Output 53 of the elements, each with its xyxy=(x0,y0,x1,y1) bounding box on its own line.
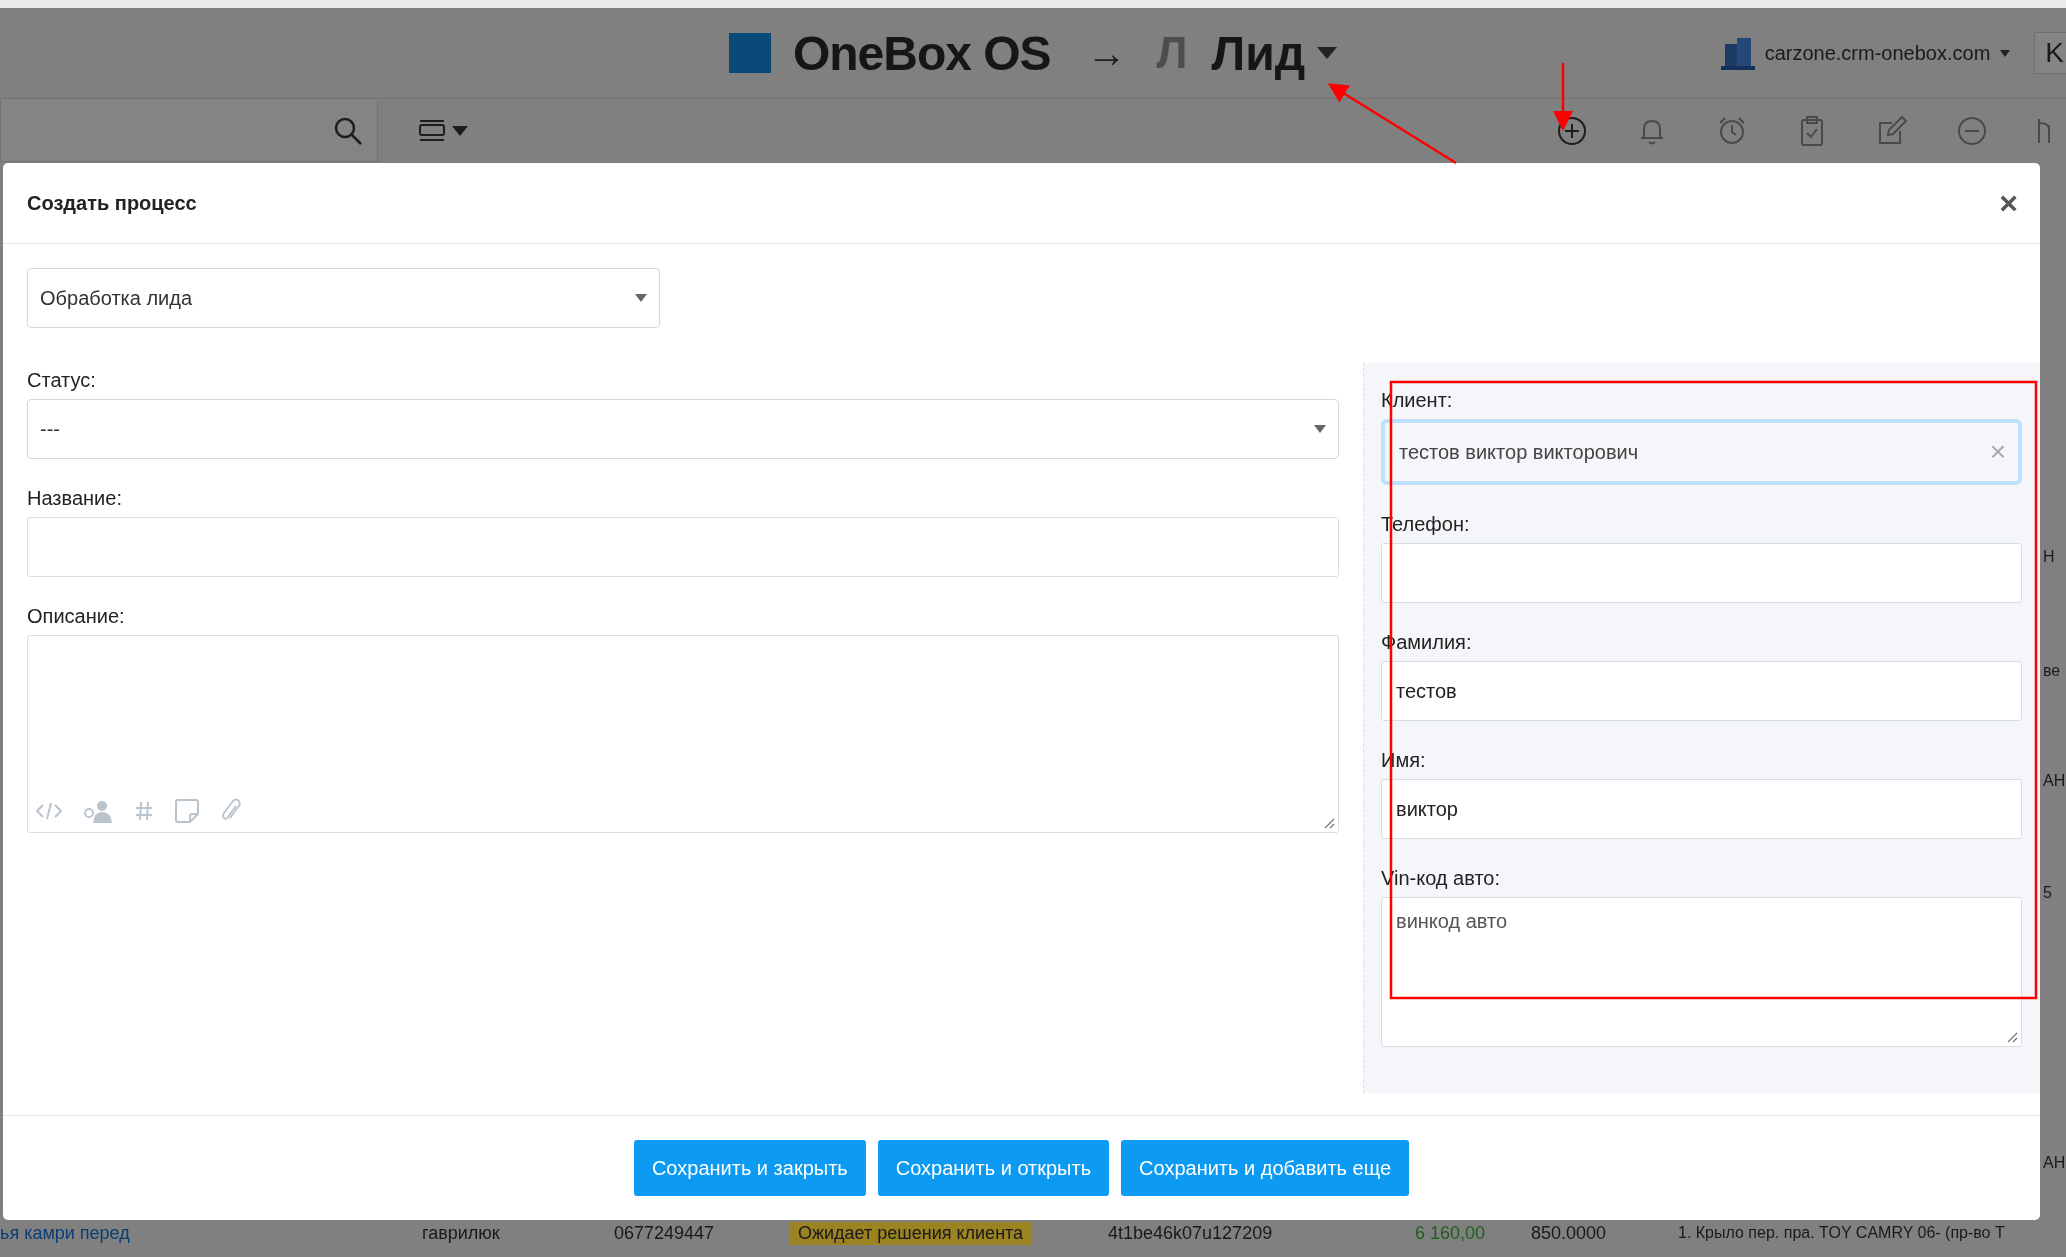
table-cell: ве xyxy=(2043,662,2061,680)
logo-icon[interactable] xyxy=(728,33,771,73)
add-icon[interactable] xyxy=(1556,115,1588,147)
save-button[interactable]: Сохранить и закрыть xyxy=(633,1140,866,1196)
building-icon xyxy=(1720,36,1755,70)
caret-icon xyxy=(1317,47,1338,59)
annotation-arrow xyxy=(1553,63,1573,131)
field-label: Название: xyxy=(27,487,123,510)
table-cell-text: 1. Крыло пер. пра. TOY CAMRY 06- (пр-во Т xyxy=(1678,1224,2006,1242)
process-type-select[interactable]: Обработка лида xyxy=(27,268,660,328)
text-field[interactable]: тестов xyxy=(1381,661,2022,721)
search-field[interactable] xyxy=(0,100,378,162)
resize-handle-icon[interactable] xyxy=(1323,817,1335,829)
table-cell: АН xyxy=(2043,772,2066,790)
field-label: Статус: xyxy=(27,369,97,392)
domain-selector[interactable]: carzone.crm-onebox.com xyxy=(1764,41,1991,65)
table-cell: 5 xyxy=(2043,884,2052,902)
caret-icon xyxy=(2000,49,2011,57)
table-cell: АН xyxy=(2043,1154,2066,1172)
client-value: тестов виктор викторович xyxy=(1399,440,1639,464)
table-cell: Н xyxy=(2043,548,2055,566)
minus-circle-icon[interactable] xyxy=(1956,115,1988,147)
view-toggle-icon[interactable] xyxy=(418,119,446,143)
breadcrumb-arrow: → xyxy=(1086,30,1127,76)
save-button[interactable]: Сохранить и открыть xyxy=(877,1140,1110,1196)
caret-icon xyxy=(452,126,468,136)
mention-person-icon[interactable] xyxy=(82,798,114,824)
save-button[interactable]: Сохранить и добавить еще xyxy=(1121,1140,1410,1196)
status-select[interactable]: --- xyxy=(27,399,1339,459)
table-cell-text: 6 160,00 xyxy=(1415,1222,1487,1244)
edit-icon[interactable] xyxy=(1876,115,1908,147)
text-field[interactable] xyxy=(1381,543,2022,603)
table-cell-text: гаврилюк xyxy=(422,1222,501,1244)
section-title[interactable]: Лид xyxy=(1211,25,1306,81)
status-badge: Ожидает решения клиента xyxy=(790,1221,1032,1245)
client-field[interactable]: тестов виктор викторович × xyxy=(1381,419,2022,485)
app-logo-text[interactable]: OneBox OS xyxy=(792,25,1051,81)
caret-icon xyxy=(635,294,647,302)
user-initial[interactable]: K xyxy=(2034,32,2066,74)
table-link[interactable]: ья камри перед xyxy=(0,1222,422,1244)
dialog-title: Создать процесс xyxy=(27,191,197,215)
table-cell-text: 4t1be46k07u127209 xyxy=(1108,1222,1274,1244)
resize-handle-icon[interactable] xyxy=(2006,1031,2018,1043)
field-label: Описание: xyxy=(27,605,126,628)
text-field[interactable] xyxy=(27,517,1339,577)
table-cell-text: 850.0000 xyxy=(1531,1222,1608,1244)
close-button[interactable]: × xyxy=(1999,187,2018,219)
text-field[interactable]: виктор xyxy=(1381,779,2022,839)
table-cell-text: 0677249447 xyxy=(614,1222,716,1244)
caret-icon xyxy=(1314,425,1326,433)
sticky-note-icon[interactable] xyxy=(174,798,200,824)
text-area[interactable]: винкод авто xyxy=(1381,897,2022,1047)
search-icon[interactable] xyxy=(333,115,363,146)
